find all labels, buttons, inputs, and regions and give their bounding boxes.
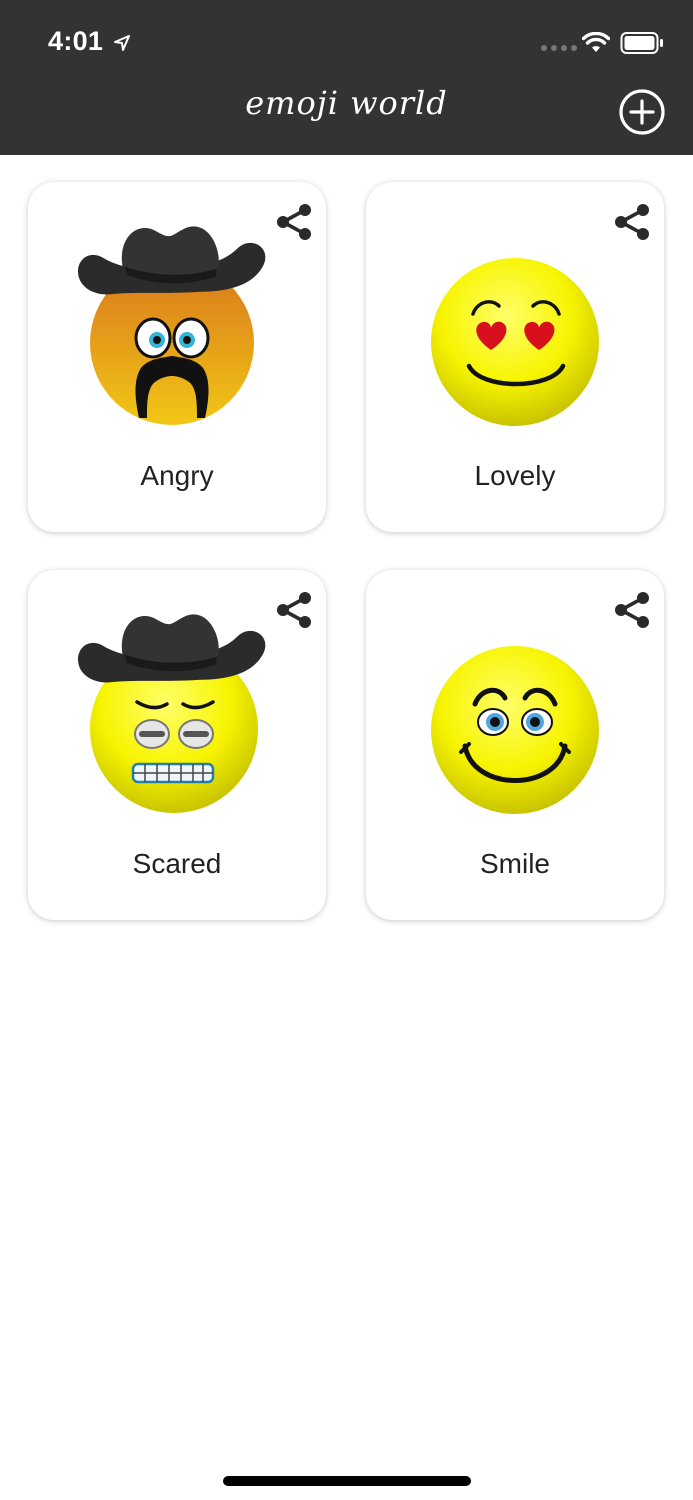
wifi-icon <box>582 32 610 52</box>
share-icon[interactable] <box>274 590 314 630</box>
status-time: 4:01 <box>48 26 104 56</box>
share-icon[interactable] <box>612 202 652 242</box>
smile-emoji-image <box>431 646 599 814</box>
emoji-label: Angry <box>140 460 214 491</box>
emoji-card-scared[interactable]: Scared <box>28 570 326 920</box>
navigation-bar: 4:01 emoji world <box>0 0 693 155</box>
signal-icon <box>541 45 577 51</box>
location-arrow-icon <box>114 35 130 51</box>
emoji-card-angry[interactable]: Angry <box>28 182 326 532</box>
emoji-label: Lovely <box>474 460 556 491</box>
emoji-label: Scared <box>132 848 222 879</box>
share-icon[interactable] <box>612 590 652 630</box>
scared-emoji-image <box>77 614 266 813</box>
emoji-label: Smile <box>479 848 550 879</box>
plus-circle-icon[interactable] <box>618 88 666 136</box>
emoji-card-smile[interactable]: Smile <box>366 570 664 920</box>
lovely-emoji-image <box>431 258 599 426</box>
emoji-card-lovely[interactable]: Lovely <box>366 182 664 532</box>
home-indicator[interactable] <box>223 1476 471 1486</box>
app-title: emoji world <box>245 84 448 122</box>
battery-icon <box>620 32 663 54</box>
share-icon[interactable] <box>274 202 314 242</box>
angry-emoji-image <box>77 226 266 425</box>
